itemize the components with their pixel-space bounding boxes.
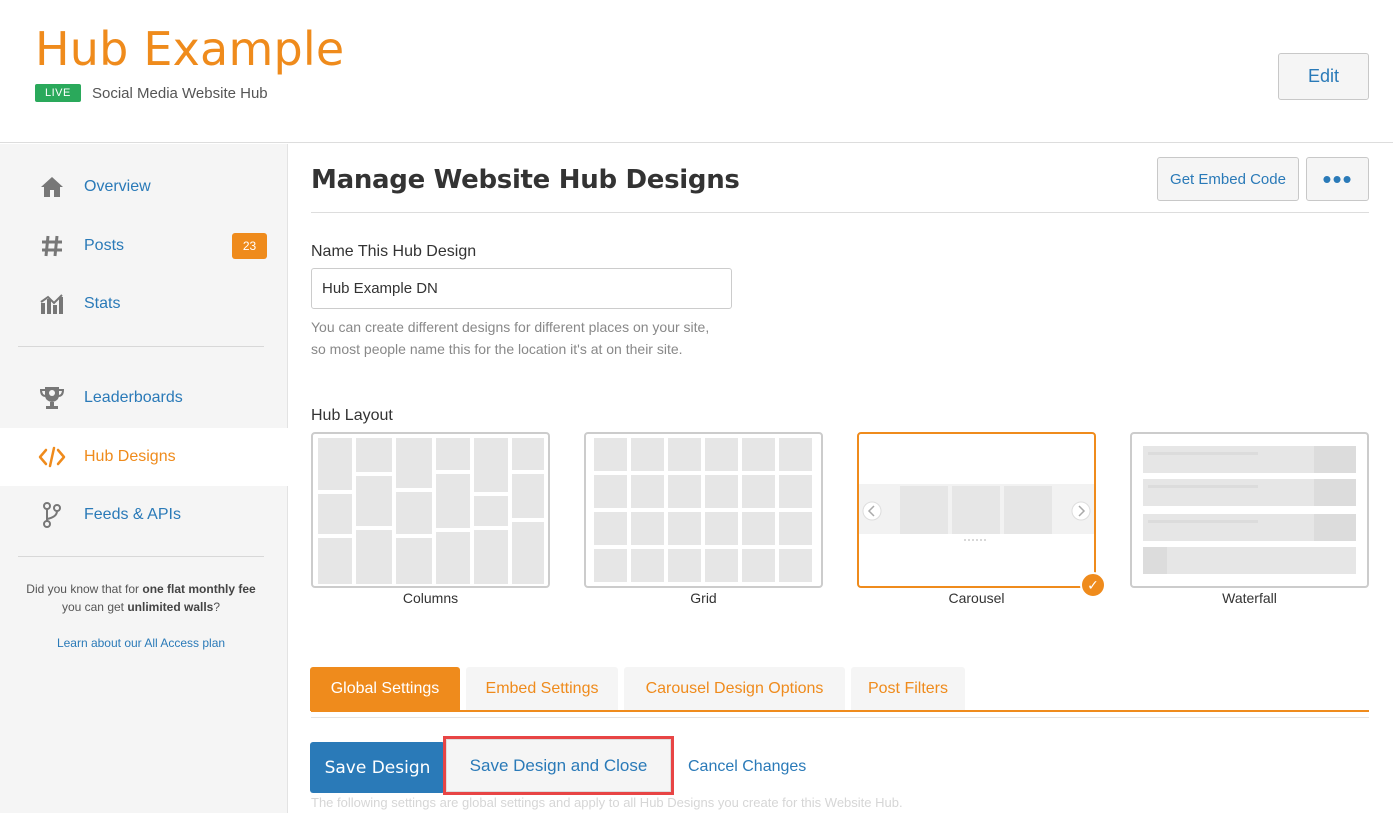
name-help-text: You can create different designs for dif… <box>311 316 751 360</box>
layout-name-columns: Columns <box>402 590 459 606</box>
sidebar-item-overview[interactable]: Overview <box>0 158 288 216</box>
design-name-input[interactable] <box>311 268 732 309</box>
tab-carousel-design-options[interactable]: Carousel Design Options <box>624 667 845 711</box>
sidebar-item-posts[interactable]: Posts 23 <box>0 217 288 275</box>
home-icon <box>38 173 66 201</box>
grid-preview-icon <box>594 438 812 582</box>
layout-name-waterfall: Waterfall <box>1222 590 1277 606</box>
fork-icon <box>38 501 66 529</box>
all-access-link[interactable]: Learn about our All Access plan <box>18 636 264 650</box>
sidebar-divider <box>18 556 264 557</box>
layout-name-grid: Grid <box>690 590 717 606</box>
tab-underline <box>311 710 1369 712</box>
trophy-icon <box>38 384 66 412</box>
status-badge: LIVE <box>35 84 81 102</box>
edit-button[interactable]: Edit <box>1278 53 1369 100</box>
app-header: Hub Example LIVE Social Media Website Hu… <box>0 0 1393 143</box>
sidebar-item-label: Feeds & APIs <box>84 506 181 523</box>
layout-field-label: Hub Layout <box>311 407 393 424</box>
waterfall-preview-icon <box>1143 446 1356 574</box>
title-divider <box>311 212 1369 213</box>
sidebar-divider <box>18 346 264 347</box>
sidebar-item-leaderboards[interactable]: Leaderboards <box>0 369 288 427</box>
sidebar-item-hub-designs[interactable]: Hub Designs <box>0 428 288 486</box>
hub-subtitle: Social Media Website Hub <box>92 85 268 102</box>
sidebar: Overview Posts 23 Stats Leaderboards Hub… <box>0 144 288 813</box>
get-embed-code-button[interactable]: Get Embed Code <box>1157 157 1299 201</box>
promo-text-part: you can get <box>61 600 128 614</box>
hashtag-icon <box>38 232 66 260</box>
page-title: Manage Website Hub Designs <box>311 165 740 195</box>
highlight-box: Save Design and Close <box>443 736 674 795</box>
help-line: You can create different designs for dif… <box>311 319 710 335</box>
sidebar-item-label: Posts <box>84 237 125 254</box>
chart-icon <box>38 290 66 318</box>
sidebar-item-label: Hub Designs <box>84 448 176 465</box>
sidebar-item-label: Overview <box>84 178 151 195</box>
layout-option-waterfall[interactable] <box>1130 432 1369 588</box>
sidebar-item-stats[interactable]: Stats <box>0 275 288 333</box>
promo-emphasis: unlimited walls <box>127 600 214 614</box>
layout-option-grid[interactable] <box>584 432 823 588</box>
code-icon <box>38 443 66 471</box>
more-dots-icon: ••• <box>1322 164 1353 194</box>
save-design-button[interactable]: Save Design <box>310 742 445 793</box>
tab-post-filters[interactable]: Post Filters <box>851 667 965 711</box>
tab-global-settings[interactable]: Global Settings <box>310 667 460 711</box>
carousel-preview-icon <box>859 484 1094 541</box>
more-options-button[interactable]: ••• <box>1306 157 1369 201</box>
cancel-changes-link[interactable]: Cancel Changes <box>688 758 806 776</box>
help-line: so most people name this for the locatio… <box>311 341 683 357</box>
layout-option-carousel[interactable]: ✓ <box>857 432 1106 598</box>
sidebar-item-label: Stats <box>84 295 121 312</box>
sidebar-item-feeds-apis[interactable]: Feeds & APIs <box>0 486 288 544</box>
promo-text: Did you know that for one flat monthly f… <box>18 580 264 616</box>
tab-divider <box>311 717 1369 718</box>
name-field-label: Name This Hub Design <box>311 243 477 260</box>
promo-emphasis: one flat monthly fee <box>142 582 256 596</box>
save-design-and-close-button[interactable]: Save Design and Close <box>446 739 671 792</box>
promo-text-part: Did you know that for <box>26 582 143 596</box>
layout-name-carousel: Carousel <box>948 590 1005 606</box>
posts-count-badge: 23 <box>232 233 267 259</box>
columns-preview-icon <box>318 438 544 584</box>
hub-title: Hub Example <box>35 22 345 76</box>
global-settings-note: The following settings are global settin… <box>311 795 903 810</box>
tab-embed-settings[interactable]: Embed Settings <box>466 667 618 711</box>
sidebar-item-label: Leaderboards <box>84 389 183 406</box>
layout-option-columns[interactable] <box>311 432 550 588</box>
promo-text-part: ? <box>213 600 221 614</box>
